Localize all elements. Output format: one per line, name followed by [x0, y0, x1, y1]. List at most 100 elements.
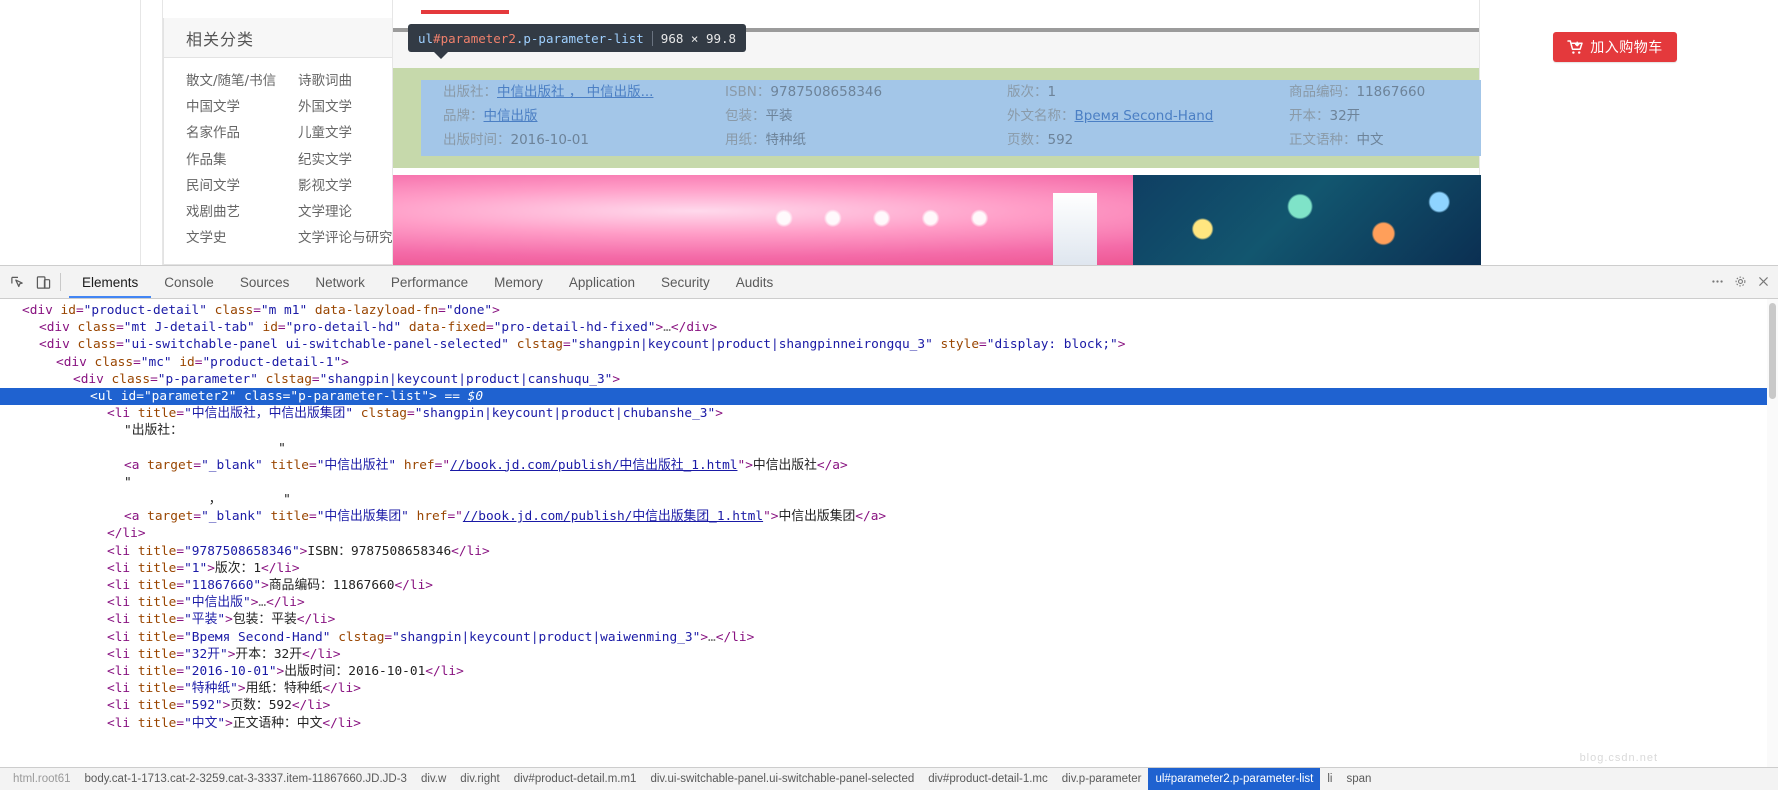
dom-token-lnk[interactable]: //book.jd.com/publish/中信出版社_1.html [450, 458, 737, 473]
breadcrumb-item[interactable]: ul#parameter2.p-parameter-list [1148, 768, 1321, 790]
tooltip-element-id: #parameter2 [433, 30, 516, 46]
dom-node-row[interactable]: <div class="ui-switchable-panel ui-switc… [0, 336, 1778, 353]
settings-gear-icon[interactable] [1734, 273, 1747, 292]
parameter-value: 592 [1047, 132, 1074, 148]
inspect-element-icon[interactable] [4, 269, 30, 295]
breadcrumb-item[interactable]: li [1320, 768, 1339, 790]
dom-token-att: title [137, 595, 177, 611]
dom-token-lnk[interactable]: //book.jd.com/publish/中信出版集团_1.html [463, 509, 763, 524]
parameter-value[interactable]: Время Second-Hand [1075, 108, 1214, 124]
devtools-tab-application[interactable]: Application [556, 266, 648, 298]
dom-token-pn: = [116, 320, 124, 336]
breadcrumb-item[interactable]: div.right [453, 768, 506, 790]
category-link[interactable]: 名家作品 [186, 120, 298, 146]
dom-token-pn: <ul [90, 388, 121, 404]
dom-node-row[interactable]: <li title="11867660">商品编码：11867660</li> [0, 577, 1778, 594]
tooltip-element-class: .p-parameter-list [515, 30, 644, 46]
dom-node-row[interactable]: </li> [0, 525, 1778, 542]
breadcrumb-item[interactable]: div#product-detail.m.m1 [507, 768, 644, 790]
dom-node-row[interactable]: "出版社： [0, 422, 1778, 439]
dom-token-att: title [137, 715, 177, 731]
devtools-tab-network[interactable]: Network [302, 266, 378, 298]
dom-node-row[interactable]: " [0, 474, 1778, 491]
close-devtools-icon[interactable] [1757, 273, 1770, 292]
parameter-value[interactable]: 中信出版 [484, 108, 538, 124]
devtools-tab-sources[interactable]: Sources [227, 266, 303, 298]
dom-node-row[interactable]: " [0, 440, 1778, 457]
dom-node-row[interactable]: <li title="中文">正文语种：中文</li> [0, 715, 1778, 732]
dom-token-pn: <div [73, 371, 112, 387]
dom-token-att: class [94, 354, 134, 370]
dom-node-row[interactable]: <li title="中信出版">…</li> [0, 594, 1778, 611]
dom-token-pn: = [176, 629, 185, 645]
dom-node-row[interactable]: <div class="mt J-detail-tab" id="pro-det… [0, 319, 1778, 336]
dom-node-row[interactable]: ， " [0, 491, 1778, 508]
dom-node-row[interactable]: <a target="_blank" title="中信出版社" href="/… [0, 457, 1778, 474]
dom-token-att: title [137, 543, 177, 559]
dom-node-row[interactable]: <a target="_blank" title="中信出版集团" href="… [0, 508, 1778, 525]
dom-node-row[interactable]: <li title="Время Second-Hand" clstag="sh… [0, 629, 1778, 646]
breadcrumb-item[interactable]: html.root61 [6, 768, 78, 790]
dom-token-pn: > [429, 388, 445, 404]
category-link[interactable]: 戏剧曲艺 [186, 199, 298, 225]
dom-node-row[interactable]: <li title="特种纸">用纸：特种纸</li> [0, 680, 1778, 697]
dom-tree-scrollbar[interactable] [1767, 299, 1778, 767]
more-tools-icon[interactable] [1711, 273, 1724, 292]
dom-token-str: "中信出版社，中信出版集团" [184, 406, 354, 422]
related-categories-list: 散文/随笔/书信 诗歌词曲 中国文学 外国文学 名家作品 儿童文学 作品集 纪实文学 民间文学影… [164, 58, 417, 251]
device-toolbar-icon[interactable] [30, 269, 56, 295]
dom-token-pn: <div [39, 337, 78, 353]
dom-token-att: clstag [338, 629, 385, 645]
dom-node-row[interactable]: <li title="32开">开本：32开</li> [0, 646, 1778, 663]
dom-token-str: "中信出版社" [316, 457, 397, 473]
breadcrumb-item[interactable]: body.cat-1-1713.cat-2-3259.cat-3-3337.it… [78, 768, 414, 790]
dom-token-str: "2016-10-01" [184, 663, 277, 679]
dom-node-row[interactable]: <li title="平装">包装：平装</li> [0, 611, 1778, 628]
category-link[interactable]: 作品集 [186, 147, 298, 173]
category-link[interactable]: 民间文学 [186, 173, 298, 199]
dom-token-pn: = [407, 406, 415, 422]
parameter-value[interactable]: 中信出版社 ， 中信出版... [497, 84, 653, 100]
add-to-cart-button[interactable]: 加入购物车 [1553, 32, 1677, 62]
category-link[interactable]: 中国文学 [186, 94, 298, 120]
dom-tree-view[interactable]: <div id="product-detail" class="m m1" da… [0, 299, 1778, 767]
breadcrumb-item[interactable]: div#product-detail-1.mc [921, 768, 1055, 790]
dom-token-pn: = [176, 578, 185, 593]
dom-token-pn: = [277, 320, 286, 336]
devtools-tab-audits[interactable]: Audits [723, 266, 787, 298]
dom-node-row-selected[interactable]: <ul id="parameter2" class="p-parameter-l… [0, 387, 1778, 406]
breadcrumb-item[interactable]: div.p-parameter [1055, 768, 1149, 790]
dom-node-row[interactable]: <div class="mc" id="product-detail-1"> [0, 354, 1778, 371]
dom-token-pn: <li [107, 612, 138, 628]
related-categories-title: 相关分类 [186, 29, 255, 49]
devtools-tab-performance[interactable]: Performance [378, 266, 481, 298]
dom-token-str: "_blank" [201, 457, 263, 473]
dom-token-att: title [137, 663, 177, 679]
dom-token-pn: = [176, 560, 185, 576]
dom-node-row[interactable]: <li title="中信出版社，中信出版集团" clstag="shangpi… [0, 405, 1778, 422]
devtools-tab-console[interactable]: Console [151, 266, 227, 298]
breadcrumb-item[interactable]: div.ui-switchable-panel.ui-switchable-pa… [643, 768, 921, 790]
dom-node-row[interactable]: <div class="p-parameter" clstag="shangpi… [0, 371, 1778, 388]
dom-token-att: id [60, 303, 76, 318]
tooltip-divider [651, 30, 653, 46]
dom-node-row[interactable]: <li title="592">页数：592</li> [0, 697, 1778, 714]
devtools-tab-memory[interactable]: Memory [481, 266, 556, 298]
dom-token-str: "done" [445, 303, 493, 318]
breadcrumb-item[interactable]: div.w [414, 768, 453, 790]
dom-token-txt: " [124, 474, 132, 490]
scrollbar-thumb[interactable] [1769, 303, 1776, 399]
category-link[interactable]: 文学史 [186, 225, 298, 251]
dom-node-row[interactable]: <li title="2016-10-01">出版时间：2016-10-01</… [0, 663, 1778, 680]
dom-node-row[interactable]: <li title="1">版次：1</li> [0, 560, 1778, 577]
devtools-tab-security[interactable]: Security [648, 266, 723, 298]
related-categories-header: 相关分类 [164, 18, 417, 58]
dom-node-row[interactable]: <div id="product-detail" class="m m1" da… [0, 302, 1778, 319]
dom-node-row[interactable]: <li title="9787508658346">ISBN：978750865… [0, 543, 1778, 560]
devtools-tab-elements[interactable]: Elements [69, 266, 151, 298]
parameter-item: 页数：592 [1007, 128, 1289, 152]
dom-token-pn: <li [107, 595, 138, 611]
breadcrumb-item[interactable]: span [1339, 768, 1378, 790]
category-link[interactable]: 散文/随笔/书信 [186, 68, 298, 94]
banner-book-shape [1053, 193, 1097, 265]
